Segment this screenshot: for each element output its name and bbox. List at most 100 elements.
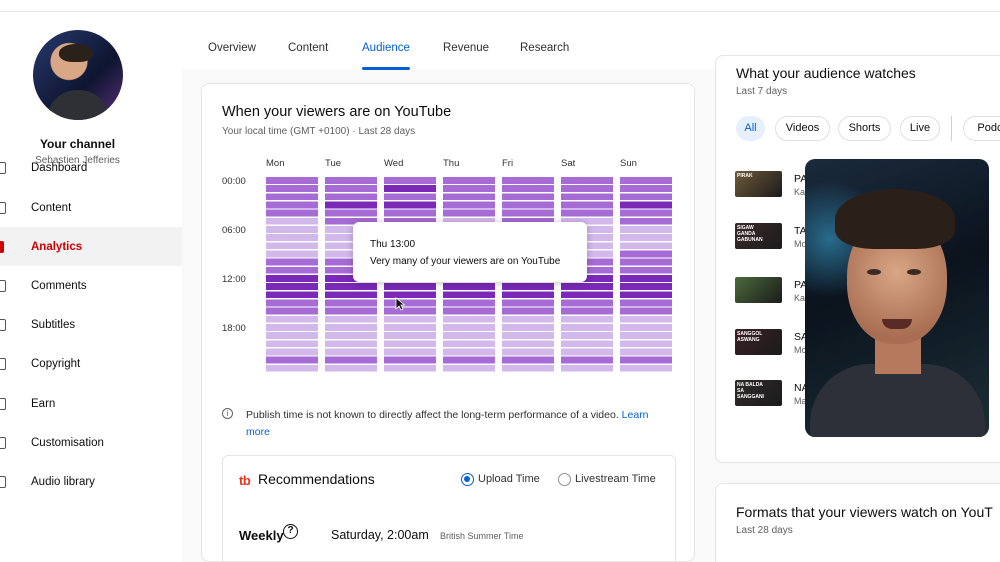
heatmap-cell[interactable] bbox=[266, 185, 318, 192]
video-thumbnail[interactable]: PIRAK bbox=[735, 171, 782, 197]
heatmap-cell[interactable] bbox=[620, 332, 672, 339]
heatmap-cell[interactable] bbox=[620, 266, 672, 274]
heatmap-cell[interactable] bbox=[502, 193, 554, 201]
heatmap-cell[interactable] bbox=[325, 340, 377, 348]
heatmap-cell[interactable] bbox=[443, 332, 495, 339]
heatmap-cell[interactable] bbox=[266, 307, 318, 315]
heatmap-cell[interactable] bbox=[325, 291, 377, 299]
heatmap-cell[interactable] bbox=[561, 307, 613, 315]
heatmap-cell[interactable] bbox=[443, 209, 495, 217]
heatmap-cell[interactable] bbox=[502, 307, 554, 315]
sidebar-item-comments[interactable]: Comments bbox=[0, 266, 182, 305]
heatmap-cell[interactable] bbox=[561, 177, 613, 184]
heatmap-cell[interactable] bbox=[266, 348, 318, 356]
video-thumbnail[interactable]: NA BALDA SA SANGGANI bbox=[735, 380, 782, 406]
heatmap-cell[interactable] bbox=[325, 307, 377, 315]
heatmap-cell[interactable] bbox=[266, 283, 318, 290]
heatmap-cell[interactable] bbox=[266, 340, 318, 348]
sidebar-item-audio-library[interactable]: Audio library bbox=[0, 462, 182, 501]
heatmap-cell[interactable] bbox=[502, 332, 554, 339]
heatmap-cell[interactable] bbox=[325, 299, 377, 307]
livestream-time-label[interactable]: Livestream Time bbox=[575, 473, 656, 485]
heatmap-cell[interactable] bbox=[620, 364, 672, 372]
heatmap-cell[interactable] bbox=[266, 299, 318, 307]
heatmap-cell[interactable] bbox=[502, 209, 554, 217]
heatmap-cell[interactable] bbox=[443, 340, 495, 348]
sidebar-item-content[interactable]: Content bbox=[0, 188, 182, 227]
heatmap-cell[interactable] bbox=[620, 275, 672, 282]
help-icon[interactable]: ? bbox=[283, 524, 298, 539]
video-thumbnail[interactable]: SIGAW GANDA GABUNAN bbox=[735, 223, 782, 249]
heatmap-cell[interactable] bbox=[266, 209, 318, 217]
heatmap-cell[interactable] bbox=[443, 201, 495, 209]
heatmap-cell[interactable] bbox=[620, 258, 672, 266]
heatmap-cell[interactable] bbox=[325, 209, 377, 217]
heatmap-cell[interactable] bbox=[502, 340, 554, 348]
heatmap-cell[interactable] bbox=[443, 193, 495, 201]
tab-overview[interactable]: Overview bbox=[208, 42, 256, 54]
heatmap-cell[interactable] bbox=[620, 201, 672, 209]
heatmap-cell[interactable] bbox=[561, 209, 613, 217]
heatmap-cell[interactable] bbox=[502, 364, 554, 372]
heatmap-cell[interactable] bbox=[266, 315, 318, 323]
channel-avatar[interactable] bbox=[33, 30, 123, 120]
heatmap-cell[interactable] bbox=[620, 348, 672, 356]
heatmap-cell[interactable] bbox=[325, 193, 377, 201]
heatmap-cell[interactable] bbox=[266, 332, 318, 339]
heatmap-cell[interactable] bbox=[620, 299, 672, 307]
heatmap-cell[interactable] bbox=[561, 185, 613, 192]
chip-all[interactable]: All bbox=[736, 116, 765, 141]
heatmap-cell[interactable] bbox=[384, 209, 436, 217]
heatmap-cell[interactable] bbox=[620, 185, 672, 192]
heatmap-cell[interactable] bbox=[561, 291, 613, 299]
heatmap-cell[interactable] bbox=[384, 324, 436, 331]
heatmap-cell[interactable] bbox=[502, 299, 554, 307]
heatmap-cell[interactable] bbox=[561, 348, 613, 356]
heatmap-cell[interactable] bbox=[266, 364, 318, 372]
tab-audience[interactable]: Audience bbox=[362, 42, 410, 54]
heatmap-cell[interactable] bbox=[443, 283, 495, 290]
tab-content[interactable]: Content bbox=[288, 42, 328, 54]
heatmap-cell[interactable] bbox=[443, 324, 495, 331]
heatmap-cell[interactable] bbox=[502, 291, 554, 299]
heatmap-cell[interactable] bbox=[325, 348, 377, 356]
heatmap-cell[interactable] bbox=[561, 193, 613, 201]
heatmap-cell[interactable] bbox=[620, 242, 672, 250]
heatmap-cell[interactable] bbox=[384, 332, 436, 339]
heatmap-cell[interactable] bbox=[561, 201, 613, 209]
heatmap-cell[interactable] bbox=[620, 291, 672, 299]
heatmap-cell[interactable] bbox=[620, 217, 672, 225]
heatmap-cell[interactable] bbox=[266, 266, 318, 274]
sidebar-item-customisation[interactable]: Customisation bbox=[0, 423, 182, 462]
heatmap-cell[interactable] bbox=[443, 348, 495, 356]
heatmap-cell[interactable] bbox=[325, 332, 377, 339]
heatmap-cell[interactable] bbox=[502, 185, 554, 192]
video-thumbnail[interactable]: SANGGOL ASWANG bbox=[735, 329, 782, 355]
heatmap-cell[interactable] bbox=[620, 250, 672, 258]
heatmap-cell[interactable] bbox=[620, 324, 672, 331]
chip-podcasts[interactable]: Podca bbox=[963, 116, 1000, 141]
chip-videos[interactable]: Videos bbox=[775, 116, 830, 141]
heatmap-cell[interactable] bbox=[620, 234, 672, 241]
heatmap-cell[interactable] bbox=[384, 201, 436, 209]
heatmap-cell[interactable] bbox=[384, 193, 436, 201]
heatmap-cell[interactable] bbox=[502, 177, 554, 184]
heatmap-cell[interactable] bbox=[443, 177, 495, 184]
heatmap-cell[interactable] bbox=[502, 315, 554, 323]
heatmap-cell[interactable] bbox=[443, 364, 495, 372]
heatmap-cell[interactable] bbox=[561, 299, 613, 307]
heatmap-cell[interactable] bbox=[384, 177, 436, 184]
heatmap-cell[interactable] bbox=[384, 283, 436, 290]
heatmap-cell[interactable] bbox=[384, 348, 436, 356]
learn-more-link[interactable]: more bbox=[246, 426, 270, 438]
heatmap-cell[interactable] bbox=[384, 315, 436, 323]
heatmap-cell[interactable] bbox=[620, 283, 672, 290]
heatmap-cell[interactable] bbox=[266, 226, 318, 233]
heatmap-cell[interactable] bbox=[384, 364, 436, 372]
heatmap-cell[interactable] bbox=[266, 356, 318, 364]
heatmap-cell[interactable] bbox=[443, 315, 495, 323]
heatmap-cell[interactable] bbox=[266, 242, 318, 250]
heatmap-cell[interactable] bbox=[384, 356, 436, 364]
heatmap-cell[interactable] bbox=[266, 291, 318, 299]
heatmap-cell[interactable] bbox=[325, 364, 377, 372]
